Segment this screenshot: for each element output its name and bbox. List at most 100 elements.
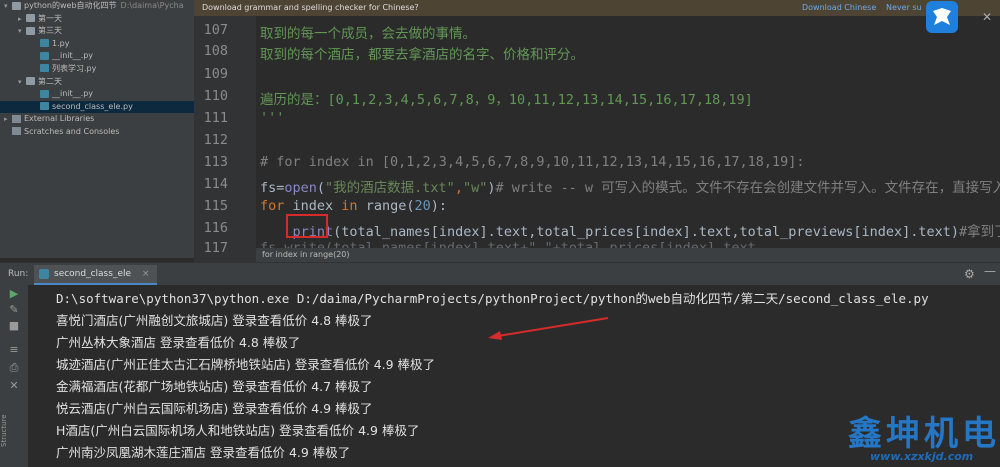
line-number: 108 xyxy=(203,43,228,59)
print-icon[interactable]: ⎙ xyxy=(7,361,21,375)
gear-icon[interactable]: ⚙ xyxy=(964,267,975,281)
tree-item[interactable]: ▾ 第三天 xyxy=(0,25,194,38)
soft-wrap-icon[interactable]: ≡ xyxy=(7,343,21,357)
close-tab-icon[interactable]: × xyxy=(142,269,150,279)
code-comment: #拿到了 xyxy=(959,224,1000,240)
folder-icon xyxy=(26,14,35,23)
expand-arrow-icon[interactable]: ▾ xyxy=(18,25,26,38)
tree-item-label: __init__.py xyxy=(52,89,94,99)
run-tool-header: Run: second_class_ele × ⚙ — xyxy=(0,262,1000,285)
python-file-icon xyxy=(40,102,49,111)
console-command-line: D:\software\python37\python.exe D:/daima… xyxy=(56,291,929,306)
python-file-icon xyxy=(40,89,49,98)
tree-item[interactable]: ▾ 第二天 xyxy=(0,76,194,89)
folder-icon xyxy=(12,1,21,10)
tree-item-label: python的web自动化四节 xyxy=(24,1,117,10)
watermark-logo: 鑫坤机电 www.xzxkjd.com xyxy=(840,404,1000,467)
code-token: range( xyxy=(357,198,415,214)
project-path: D:\daima\Pycha xyxy=(120,1,184,10)
line-number: 112 xyxy=(203,132,228,148)
tree-item-label: 1.py xyxy=(52,38,70,48)
rerun-icon[interactable]: ▶ xyxy=(7,287,21,301)
tree-item[interactable]: __init__.py xyxy=(0,88,194,101)
code-line-108[interactable]: 取到的每个酒店，都要去拿酒店的名字、价格和评分。 xyxy=(260,43,584,63)
translator-bird-icon[interactable] xyxy=(926,1,958,33)
run-tab-label: second_class_ele xyxy=(54,269,132,279)
expand-arrow-icon[interactable]: ▾ xyxy=(18,76,26,89)
code-line-114[interactable]: fs=open("我的酒店数据.txt","w")# write -- w 可写… xyxy=(260,176,1000,196)
code-line-113[interactable]: # for index in [0,1,2,3,4,5,6,7,8,9,10,1… xyxy=(260,154,805,170)
structure-side-tab[interactable]: Structure xyxy=(0,395,10,467)
never-show-link[interactable]: Never su xyxy=(886,0,922,16)
tree-item-label: __init__.py xyxy=(52,51,94,61)
line-number: 113 xyxy=(203,154,228,170)
tree-item-label: 第一天 xyxy=(38,13,62,23)
tree-item[interactable]: 1.py xyxy=(0,38,194,51)
line-number: 114 xyxy=(203,176,228,192)
tree-item[interactable]: ▾ python的web自动化四节 D:\daima\Pycha xyxy=(0,0,194,13)
code-token: ( xyxy=(316,180,326,196)
code-line-116[interactable]: print(total_names[index].text,total_pric… xyxy=(260,220,1000,240)
code-line-111[interactable]: ''' xyxy=(260,110,284,126)
code-token: "w" xyxy=(462,180,488,196)
tree-item-label: Scratches and Consoles xyxy=(24,126,120,136)
stop-icon[interactable]: ■ xyxy=(7,319,21,333)
library-icon xyxy=(12,127,21,136)
code-editor[interactable]: 107 108 109 110 111 112 113 114 115 116 117 取到的每一个… xyxy=(194,0,1000,262)
line-number: 111 xyxy=(203,110,228,126)
tree-item[interactable]: 列表学习.py xyxy=(0,63,194,76)
code-line-115[interactable]: for index in range(20): xyxy=(260,198,447,214)
code-token: ) xyxy=(487,180,496,196)
notification-message: Download grammar and spelling checker fo… xyxy=(202,3,419,12)
console-output-line: 广州南沙凤凰湖木莲庄酒店 登录查看低价 4.9 棒极了 xyxy=(56,445,351,460)
context-hint-text: for index in range(20) xyxy=(262,250,350,259)
run-tab-second-class-ele[interactable]: second_class_ele × xyxy=(34,265,158,285)
tree-item-label: 第三天 xyxy=(38,26,62,36)
code-token: open xyxy=(284,180,317,196)
line-number: 116 xyxy=(203,220,228,236)
tree-item-label: 列表学习.py xyxy=(52,63,97,73)
download-chinese-link[interactable]: Download Chinese xyxy=(802,0,876,16)
line-number: 115 xyxy=(203,198,228,214)
expand-arrow-icon[interactable]: ▸ xyxy=(18,13,26,26)
library-icon xyxy=(12,114,21,123)
code-token: fs= xyxy=(260,180,285,196)
folder-icon xyxy=(26,77,35,86)
line-number: 117 xyxy=(203,240,228,256)
minimize-icon[interactable]: — xyxy=(984,264,996,278)
notification-close-icon[interactable]: ✕ xyxy=(982,10,992,24)
tree-item[interactable]: ▸ External Libraries xyxy=(0,113,194,126)
code-token: , xyxy=(454,180,463,196)
code-token: (total_names[index].text,total_prices[in… xyxy=(333,224,959,240)
python-file-icon xyxy=(40,51,49,60)
code-line-110[interactable]: 遍历的是：[0,1,2,3,4,5,6,7,8，9，10,11,12,13,14… xyxy=(260,88,753,108)
tree-item[interactable]: __init__.py xyxy=(0,50,194,63)
console-output-line: H酒店(广州白云国际机场人和地铁站店) 登录查看低价 4.9 棒极了 xyxy=(56,423,420,438)
delete-icon[interactable]: ✕ xyxy=(7,379,21,393)
code-comment: # write -- w 可写入的模式。文件不存在会创建文件并写入。文件存在，直… xyxy=(495,180,1000,196)
tree-item[interactable]: Scratches and Consoles xyxy=(0,126,194,139)
run-label: Run: xyxy=(8,269,29,279)
tree-item[interactable]: ▸ 第一天 xyxy=(0,13,194,26)
expand-arrow-icon[interactable]: ▾ xyxy=(4,0,12,13)
console-output-line: 喜悦门酒店(广州融创文旅城店) 登录查看低价 4.8 棒极了 xyxy=(56,313,373,328)
python-file-icon xyxy=(39,269,49,279)
line-number: 109 xyxy=(203,66,228,82)
line-number: 107 xyxy=(203,22,228,38)
console-output-line: 金满福酒店(花都广场地铁站店) 登录查看低价 4.7 棒极了 xyxy=(56,379,373,394)
python-file-icon xyxy=(40,39,49,48)
code-token: index xyxy=(284,198,342,214)
expand-arrow-icon[interactable]: ▸ xyxy=(4,113,12,126)
python-file-icon xyxy=(40,64,49,73)
code-line-107[interactable]: 取到的每一个成员，会去做的事情。 xyxy=(260,22,476,42)
spellcheck-notification: Download grammar and spelling checker fo… xyxy=(194,0,1000,16)
wrench-icon[interactable]: ✎ xyxy=(7,303,21,317)
code-token: for xyxy=(260,198,285,214)
tree-item-label: External Libraries xyxy=(24,114,95,124)
tree-item[interactable]: second_class_ele.py xyxy=(0,100,194,114)
context-hint-bar: for index in range(20) xyxy=(256,248,1000,262)
annotation-arrow xyxy=(488,317,609,340)
tree-item-label: 第二天 xyxy=(38,76,62,86)
code-token: "我的酒店数据.txt" xyxy=(325,180,455,196)
folder-icon xyxy=(26,26,35,35)
